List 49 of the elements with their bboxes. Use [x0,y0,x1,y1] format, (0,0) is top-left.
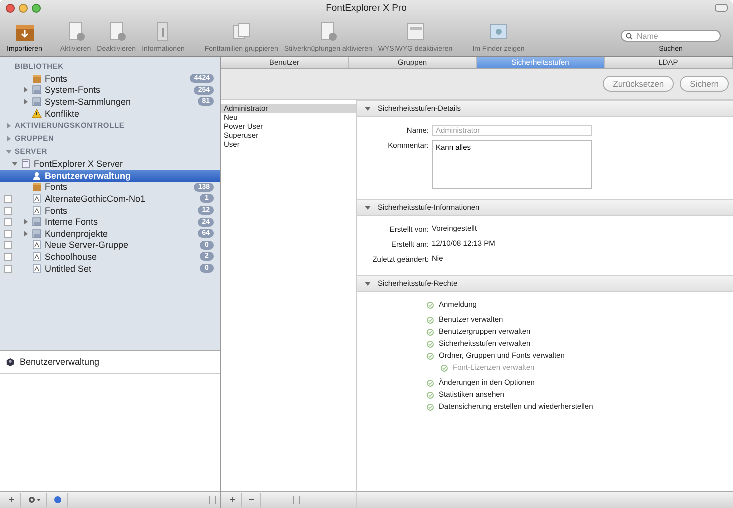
disclosure-icon[interactable] [365,204,371,210]
document-icon [32,252,42,262]
folder-icon [32,85,42,96]
folder-icon [32,228,42,239]
resize-handle[interactable] [293,496,300,504]
check-icon [427,380,434,386]
resize-handle[interactable] [209,496,216,504]
document-icon [32,240,42,250]
check-icon [427,404,434,410]
checkbox[interactable] [4,241,12,250]
check-icon [427,392,434,398]
check-icon [427,316,434,324]
gear-icon [28,496,36,504]
folder-icon [32,217,42,228]
warning-icon [32,108,42,119]
add-button[interactable]: + [225,493,242,507]
disclosure-icon[interactable] [365,280,371,286]
add-button[interactable]: + [4,493,21,507]
window-icon [404,21,427,43]
sidebar-item[interactable]: Konflikte [0,108,220,120]
sidebar-item[interactable]: Benutzerverwaltung [0,170,220,182]
folder-icon [32,96,42,107]
server-icon [21,159,31,170]
caret-icon [36,498,41,502]
box-icon [32,74,42,84]
panel-title: Benutzerverwaltung [20,357,100,367]
check-icon [427,302,434,308]
checkbox[interactable] [4,194,12,203]
window-title: FontExplorer X Pro [326,2,407,14]
checkbox[interactable] [4,264,12,273]
disclosure-icon[interactable] [365,106,371,112]
check-icon [441,364,448,372]
user-icon [32,170,42,181]
circle-icon [54,496,62,504]
search-icon [626,32,634,40]
search-field[interactable]: Name [621,30,721,42]
check-icon [427,340,434,348]
document-icon [32,206,42,216]
checkbox[interactable] [4,218,12,226]
document-icon [32,264,42,274]
sidebar-item[interactable]: FontExplorer X Server [0,158,220,170]
box-icon [32,182,42,192]
document-icon [32,194,42,204]
remove-button[interactable]: − [244,493,261,507]
check-icon [427,352,434,360]
check-icon [427,328,434,336]
checkbox[interactable] [4,252,12,261]
checkbox[interactable] [4,206,12,215]
checkbox[interactable] [4,230,12,238]
